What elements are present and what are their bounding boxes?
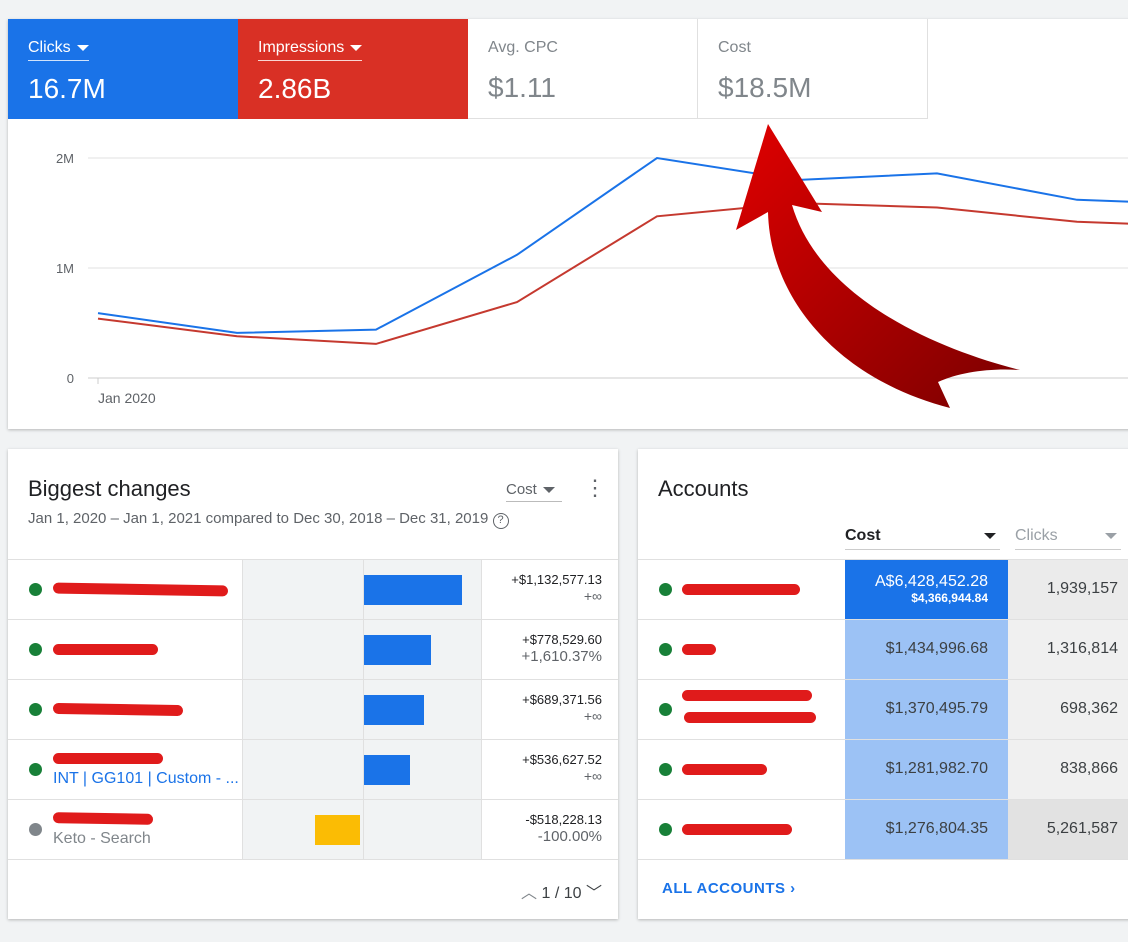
red-arrow-annotation	[736, 124, 1020, 408]
